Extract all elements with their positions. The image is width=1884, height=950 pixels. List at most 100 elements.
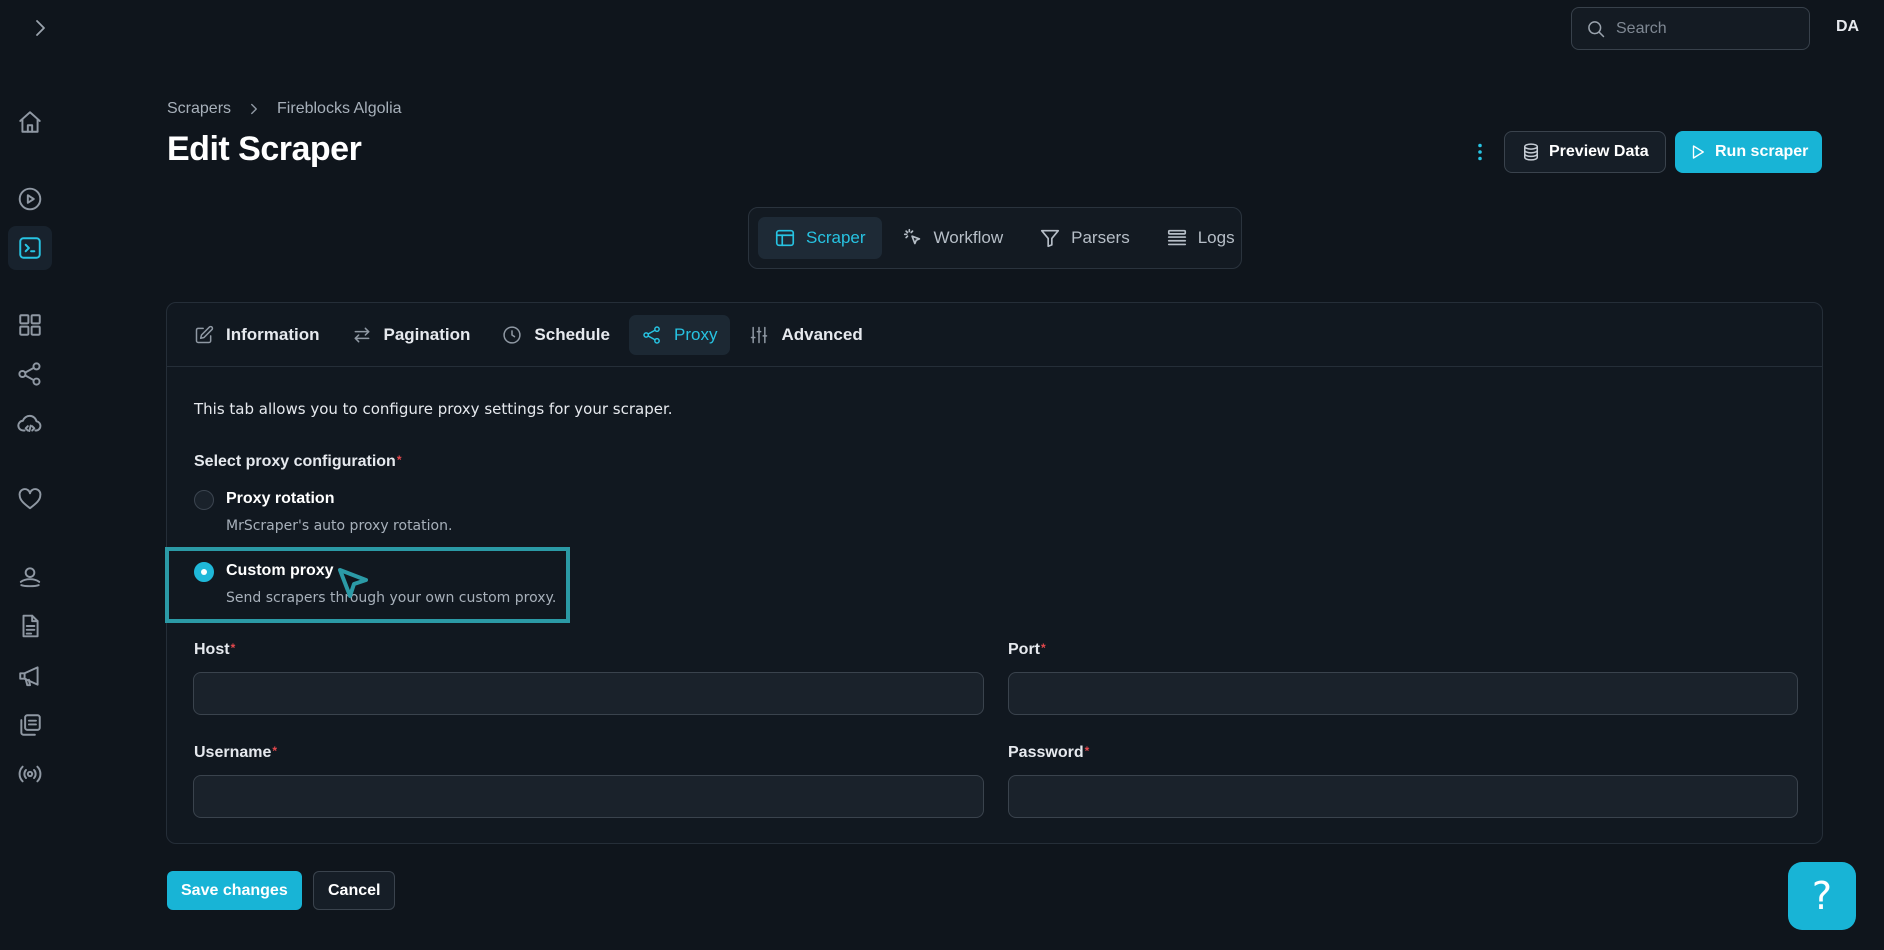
document-icon — [22, 614, 39, 638]
page-title: Edit Scraper — [167, 130, 362, 168]
sidebar-item-home[interactable] — [8, 100, 52, 144]
tab-pagination-label: Pagination — [383, 324, 471, 344]
proxy-config-label: Select proxy configuration* — [194, 453, 401, 471]
preview-data-button[interactable]: Preview Data — [1504, 131, 1666, 173]
username-input[interactable] — [193, 775, 984, 818]
tab-proxy-label: Proxy — [674, 324, 718, 344]
port-label-text: Port — [1008, 641, 1040, 658]
help-button[interactable]: ? — [1788, 862, 1856, 930]
sidebar-item-apps[interactable] — [8, 303, 52, 347]
cloud-code-icon — [17, 414, 42, 433]
tab-proxy[interactable]: Proxy — [629, 314, 731, 355]
help-question-icon: ? — [1811, 874, 1833, 918]
avatar[interactable]: DA — [1836, 18, 1859, 36]
filter-icon — [1041, 229, 1060, 248]
password-label-text: Password — [1008, 744, 1084, 761]
tab-scraper[interactable]: Scraper — [758, 217, 882, 259]
pointer-click-icon — [903, 228, 920, 245]
broadcast-icon — [18, 765, 42, 783]
radio-custom-proxy-title: Custom proxy — [226, 562, 334, 579]
chevron-right-icon — [251, 103, 257, 115]
share-icon — [643, 325, 660, 344]
proxy-settings-panel: Information Pagination Schedule Proxy Ad… — [166, 302, 1823, 844]
required-mark: * — [230, 641, 236, 655]
host-label: Host* — [194, 641, 235, 659]
port-input[interactable] — [1008, 672, 1798, 715]
tab-workflow[interactable]: Workflow — [886, 217, 1020, 259]
username-label: Username* — [194, 744, 277, 762]
required-mark: * — [272, 744, 278, 758]
expand-sidebar-chevron-icon[interactable] — [30, 16, 50, 40]
breadcrumb: Scrapers Fireblocks Algolia — [167, 100, 402, 118]
tab-pagination[interactable]: Pagination — [339, 315, 484, 355]
play-circle-icon — [18, 187, 42, 211]
tab-schedule-label: Schedule — [534, 324, 610, 344]
tab-logs[interactable]: Logs — [1150, 217, 1251, 259]
share-icon — [18, 362, 41, 386]
run-scraper-label: Run scraper — [1715, 143, 1809, 160]
database-icon — [1524, 143, 1538, 161]
settings-sub-tabs: Information Pagination Schedule Proxy Ad… — [167, 303, 1822, 367]
sidebar-item-docs[interactable] — [8, 604, 52, 648]
run-scraper-button[interactable]: Run scraper — [1675, 131, 1823, 173]
radio-button[interactable] — [194, 490, 214, 510]
sidebar-item-announcements[interactable] — [8, 654, 52, 698]
tab-workflow-label: Workflow — [933, 228, 1004, 247]
sidebar — [0, 0, 62, 950]
tab-scraper-label: Scraper — [806, 228, 866, 247]
cancel-button[interactable]: Cancel — [313, 871, 396, 910]
tab-logs-label: Logs — [1197, 228, 1235, 247]
copy-icon — [20, 714, 41, 736]
save-changes-button[interactable]: Save changes — [167, 871, 302, 910]
tab-advanced[interactable]: Advanced — [736, 315, 875, 355]
sliders-icon — [751, 326, 768, 343]
user-icon — [19, 567, 41, 588]
sidebar-item-runs[interactable] — [8, 177, 52, 221]
window-icon — [775, 229, 795, 247]
radio-proxy-rotation[interactable]: Proxy rotation MrScraper's auto proxy ro… — [194, 488, 494, 542]
proxy-description: This tab allows you to configure proxy s… — [194, 400, 673, 418]
tab-schedule[interactable]: Schedule — [489, 315, 623, 355]
username-label-text: Username — [194, 744, 272, 761]
edit-icon — [195, 325, 214, 343]
tab-information-label: Information — [226, 324, 320, 344]
required-mark: * — [1084, 744, 1090, 758]
port-label: Port* — [1008, 641, 1046, 659]
more-options-icon[interactable] — [1468, 140, 1492, 164]
list-icon — [1167, 229, 1186, 246]
radio-custom-proxy-desc: Send scrapers through your own custom pr… — [226, 590, 557, 606]
tab-information[interactable]: Information — [181, 315, 333, 355]
password-input[interactable] — [1008, 775, 1798, 818]
radio-custom-proxy[interactable]: Custom proxy Send scrapers through your … — [194, 560, 574, 614]
required-mark: * — [396, 453, 402, 467]
required-mark: * — [1041, 641, 1046, 655]
tab-parsers-label: Parsers — [1071, 228, 1130, 247]
terminal-icon — [19, 237, 41, 259]
proxy-config-label-text: Select proxy configuration — [194, 453, 396, 470]
sidebar-item-scrapers[interactable] — [8, 226, 52, 270]
heart-icon — [18, 488, 42, 510]
sidebar-item-favorites[interactable] — [8, 477, 52, 521]
host-input[interactable] — [193, 672, 984, 715]
sidebar-item-broadcast[interactable] — [8, 752, 52, 796]
sidebar-item-share[interactable] — [8, 352, 52, 396]
megaphone-icon — [19, 666, 39, 687]
search-icon — [1588, 20, 1605, 37]
sidebar-item-cloud-code[interactable] — [8, 402, 52, 446]
clock-icon — [503, 325, 522, 344]
sidebar-item-account[interactable] — [8, 555, 52, 599]
grid-icon — [19, 314, 41, 336]
radio-proxy-rotation-title: Proxy rotation — [226, 490, 335, 507]
sidebar-item-copies[interactable] — [8, 703, 52, 747]
radio-button[interactable] — [194, 562, 214, 582]
play-icon — [1692, 145, 1704, 159]
main-tabs: Scraper Workflow Parsers Logs — [748, 207, 1242, 269]
tab-parsers[interactable]: Parsers — [1023, 217, 1146, 259]
search-input[interactable] — [1616, 19, 1796, 38]
tab-advanced-label: Advanced — [781, 324, 863, 344]
password-label: Password* — [1008, 744, 1089, 762]
search-box[interactable] — [1571, 7, 1810, 50]
host-label-text: Host — [194, 641, 230, 658]
preview-data-label: Preview Data — [1549, 143, 1649, 160]
breadcrumb-scrapers-link[interactable]: Scrapers — [167, 100, 231, 118]
